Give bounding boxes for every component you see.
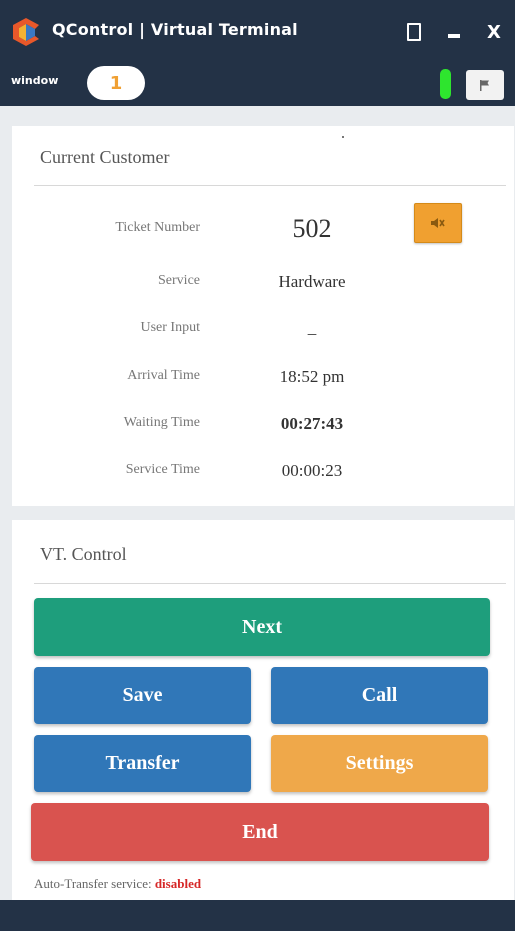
footer-bar: [0, 900, 515, 931]
user-input-value: _: [307, 318, 317, 337]
ticket-number-value: 502: [292, 214, 332, 243]
arrival-time-value: 18:52 pm: [279, 367, 345, 386]
arrival-time-label: Arrival Time: [127, 368, 200, 383]
window-number-badge: 1: [87, 66, 145, 100]
mute-button[interactable]: [414, 203, 462, 243]
service-value: Hardware: [278, 272, 346, 291]
settings-button[interactable]: Settings: [271, 735, 488, 792]
title-bar: QControl | Virtual Terminal X: [0, 0, 515, 62]
ticket-number-label: Ticket Number: [115, 220, 200, 235]
end-button[interactable]: End: [31, 803, 489, 861]
current-customer-title: Current Customer: [40, 147, 170, 167]
minimize-icon: [448, 34, 460, 38]
current-customer-panel: Current Customer Ticket Number 502 Servi…: [12, 126, 514, 506]
service-time-value: 00:00:23: [281, 461, 343, 480]
minimize-button[interactable]: [436, 8, 472, 56]
flag-button[interactable]: [466, 70, 504, 100]
flag-icon: [480, 80, 489, 91]
waiting-time-value: 00:27:43: [280, 414, 344, 433]
next-button[interactable]: Next: [34, 598, 490, 656]
window-title: QControl | Virtual Terminal: [52, 20, 298, 39]
window-label: window: [11, 74, 59, 87]
waiting-time-label: Waiting Time: [123, 415, 200, 430]
vt-control-title: VT. Control: [40, 544, 127, 564]
save-button[interactable]: Save: [34, 667, 251, 724]
call-button[interactable]: Call: [271, 667, 488, 724]
decor-dot: [342, 136, 344, 138]
divider: [34, 185, 506, 186]
auto-transfer-label: Auto-Transfer service:: [34, 876, 152, 891]
divider: [34, 583, 506, 584]
transfer-button[interactable]: Transfer: [34, 735, 251, 792]
status-indicator: [440, 69, 451, 99]
speaker-mute-icon: [431, 218, 445, 228]
close-icon: X: [487, 21, 501, 43]
maximize-button[interactable]: [396, 8, 432, 56]
auto-transfer-status: Auto-Transfer service: disabled: [34, 876, 201, 892]
maximize-icon: [407, 23, 421, 41]
service-time-label: Service Time: [125, 462, 200, 477]
user-input-label: User Input: [140, 320, 201, 335]
close-button[interactable]: X: [476, 8, 512, 56]
toolbar: window 1: [0, 62, 515, 106]
service-label: Service: [158, 273, 200, 288]
app-logo-icon: [13, 18, 39, 46]
auto-transfer-value: disabled: [154, 876, 202, 891]
